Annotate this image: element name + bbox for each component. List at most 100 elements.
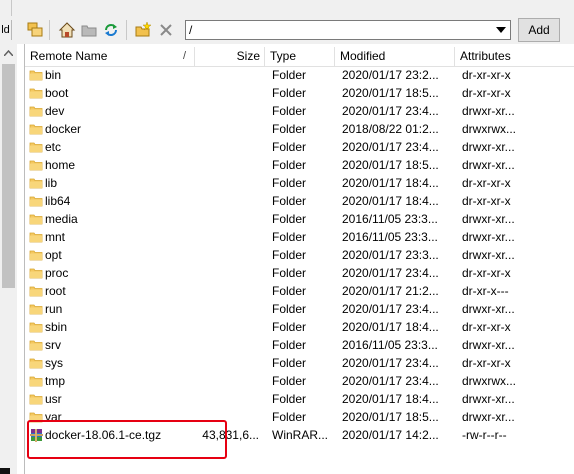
top-strip [0,0,574,16]
file-modified: 2016/11/05 23:3... [342,338,438,352]
file-attributes: drwxr-xr... [462,230,515,244]
folder-icon [29,230,43,244]
column-header-remote-name[interactable]: Remote Name / [25,47,195,67]
file-type: Folder [272,356,307,370]
column-header-size[interactable]: Size [195,47,265,67]
folder-icon [29,212,43,226]
file-name: sys [45,356,63,370]
file-type: Folder [272,410,307,424]
file-modified: 2020/01/17 18:4... [342,176,439,190]
file-attributes: drwxr-xr... [462,248,515,262]
chevron-down-icon[interactable] [493,22,509,38]
table-row[interactable]: usr Folder 2020/01/17 18:4... drwxr-xr... [25,390,574,408]
file-type: WinRAR... [272,428,329,442]
column-header-attributes[interactable]: Attributes [455,47,574,67]
table-row[interactable]: opt Folder 2020/01/17 23:3... drwxr-xr... [25,246,574,264]
file-attributes: dr-xr-x--- [462,284,509,298]
file-name: home [45,158,76,172]
table-row[interactable]: media Folder 2016/11/05 23:3... drwxr-xr... [25,210,574,228]
file-name: dev [45,104,65,118]
file-name: bin [45,68,62,82]
scroll-up-icon[interactable] [0,44,17,61]
file-attributes: drwxr-xr... [462,158,515,172]
file-size [193,264,259,282]
file-type: Folder [272,158,307,172]
column-header-modified[interactable]: Modified [335,47,455,67]
table-row[interactable]: bin Folder 2020/01/17 23:2... dr-xr-xr-x [25,66,574,84]
table-row[interactable]: var Folder 2020/01/17 18:5... drwxr-xr... [25,408,574,426]
file-modified: 2020/01/17 14:2... [342,428,439,442]
file-type: Folder [272,194,307,208]
folder-icon [29,338,43,352]
partial-toolbar-button[interactable]: ld [0,20,12,40]
file-size [193,246,259,264]
column-header-type[interactable]: Type [265,47,335,67]
folder-icon [29,122,43,136]
table-row[interactable]: docker Folder 2018/08/22 01:2... drwxrwx... [25,120,574,138]
folder-disabled-icon[interactable] [80,21,98,39]
refresh-icon[interactable] [102,21,120,39]
folder-icon [29,140,43,154]
file-modified: 2020/01/17 23:3... [342,248,439,262]
file-size [193,210,259,228]
remote-path-combobox[interactable] [185,20,511,40]
vertical-scrollbar[interactable] [0,44,17,474]
file-size [193,102,259,120]
file-attributes: dr-xr-xr-x [462,176,511,190]
file-attributes: drwxrwx... [462,122,516,136]
file-size [193,372,259,390]
file-type: Folder [272,374,307,388]
file-modified: 2020/01/17 23:4... [342,104,439,118]
file-type: Folder [272,302,307,316]
table-row[interactable]: tmp Folder 2020/01/17 23:4... drwxrwx... [25,372,574,390]
table-row[interactable]: lib64 Folder 2020/01/17 18:4... dr-xr-xr-x [25,192,574,210]
file-modified: 2020/01/17 18:5... [342,410,439,424]
file-modified: 2016/11/05 23:3... [342,230,438,244]
file-name: opt [45,248,62,262]
table-row[interactable]: srv Folder 2016/11/05 23:3... drwxr-xr... [25,336,574,354]
column-header-label: Remote Name [30,49,108,63]
list-header: Remote Name / Size Type Modified Attribu… [25,47,574,67]
file-attributes: dr-xr-xr-x [462,320,511,334]
folder-icon [29,68,43,82]
copy-folder-icon[interactable] [26,21,44,39]
new-folder-icon[interactable] [134,21,152,39]
toolbar-separator [49,20,50,40]
file-size [193,120,259,138]
folder-icon [29,374,43,388]
table-row[interactable]: sbin Folder 2020/01/17 18:4... dr-xr-xr-x [25,318,574,336]
file-name: lib [45,176,58,190]
file-type: Folder [272,338,307,352]
file-attributes: dr-xr-xr-x [462,266,511,280]
file-attributes: dr-xr-xr-x [462,68,511,82]
table-row[interactable]: run Folder 2020/01/17 23:4... drwxr-xr... [25,300,574,318]
table-row[interactable]: home Folder 2020/01/17 18:5... drwxr-xr... [25,156,574,174]
table-row[interactable]: sys Folder 2020/01/17 23:4... dr-xr-xr-x [25,354,574,372]
table-row[interactable]: dev Folder 2020/01/17 23:4... drwxr-xr... [25,102,574,120]
file-attributes: drwxr-xr... [462,212,515,226]
delete-icon[interactable] [157,21,175,39]
toolbar-separator [126,20,127,40]
remote-file-list[interactable]: Remote Name / Size Type Modified Attribu… [24,44,574,474]
table-row[interactable]: proc Folder 2020/01/17 23:4... dr-xr-xr-x [25,264,574,282]
file-size [193,66,259,84]
remote-path-input[interactable] [186,21,486,39]
file-type: Folder [272,104,307,118]
table-row[interactable]: etc Folder 2020/01/17 23:4... drwxr-xr... [25,138,574,156]
top-strip-edge [0,0,12,16]
table-row[interactable]: docker-18.06.1-ce.tgz 43,831,6... WinRAR..… [25,426,574,444]
table-row[interactable]: root Folder 2020/01/17 21:2... dr-xr-x--- [25,282,574,300]
table-row[interactable]: lib Folder 2020/01/17 18:4... dr-xr-xr-x [25,174,574,192]
file-modified: 2020/01/17 23:4... [342,266,439,280]
table-row[interactable]: mnt Folder 2016/11/05 23:3... drwxr-xr... [25,228,574,246]
file-attributes: drwxr-xr... [462,338,515,352]
home-icon[interactable] [58,21,76,39]
file-size [193,228,259,246]
scrollbar-thumb[interactable] [2,64,15,288]
folder-icon [29,104,43,118]
toolbar: ld / Add [0,16,574,44]
file-size [193,300,259,318]
file-size [193,354,259,372]
add-button[interactable]: Add [518,18,560,42]
table-row[interactable]: boot Folder 2020/01/17 18:5... dr-xr-xr-x [25,84,574,102]
